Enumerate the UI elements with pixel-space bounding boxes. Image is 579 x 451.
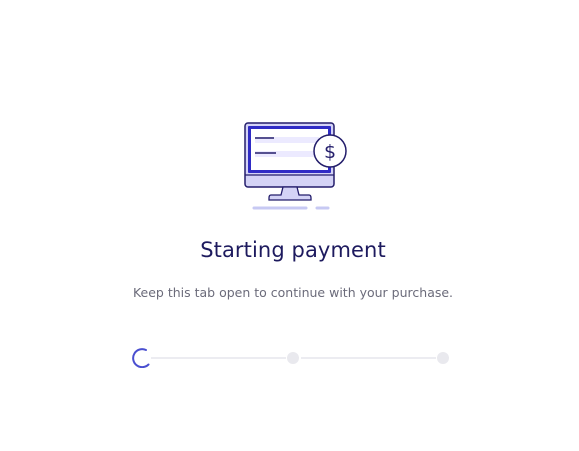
loading-spinner-icon bbox=[132, 348, 150, 368]
step-indicator bbox=[287, 352, 299, 364]
progress-stepper bbox=[131, 346, 453, 370]
computer-dollar-icon: $ bbox=[243, 121, 349, 213]
progress-connector bbox=[151, 357, 286, 359]
status-message: Keep this tab open to continue with your… bbox=[132, 285, 454, 300]
page-title: Starting payment bbox=[200, 238, 386, 262]
progress-connector bbox=[301, 357, 436, 359]
computer-dollar-illustration: $ bbox=[244, 122, 347, 210]
step-indicator bbox=[437, 352, 449, 364]
currency-symbol: $ bbox=[324, 141, 336, 163]
payment-status-page: $ Starting payment Keep this tab open to… bbox=[0, 0, 579, 451]
